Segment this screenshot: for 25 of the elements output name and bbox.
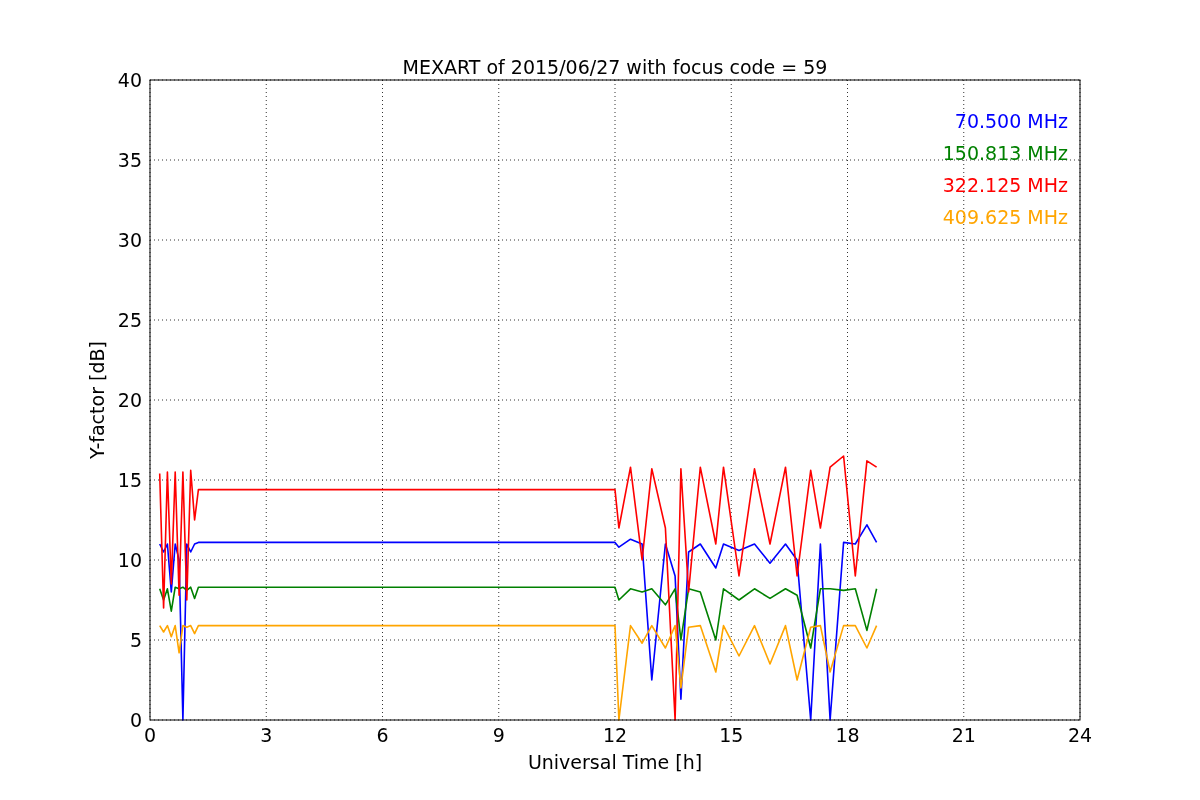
legend-label: 70.500 MHz — [954, 110, 1068, 132]
chart-title: MEXART of 2015/06/27 with focus code = 59 — [402, 56, 828, 78]
x-tick-label: 24 — [1067, 724, 1093, 746]
x-tick-label: 21 — [951, 724, 976, 746]
x-tick-label: 3 — [260, 724, 273, 746]
y-tick-label: 40 — [117, 69, 142, 91]
x-tick-label: 6 — [376, 724, 389, 746]
x-axis-label: Universal Time [h] — [527, 751, 703, 773]
y-tick-label: 5 — [129, 629, 142, 651]
y-tick-label: 35 — [117, 149, 142, 171]
y-tick-label: 0 — [129, 709, 142, 731]
y-tick-label: 30 — [117, 229, 142, 251]
legend-label: 150.813 MHz — [942, 142, 1068, 164]
y-tick-label: 10 — [117, 549, 142, 571]
legend-label: 409.625 MHz — [942, 206, 1068, 228]
x-tick-label: 9 — [492, 724, 505, 746]
legend-label: 322.125 MHz — [942, 174, 1068, 196]
y-tick-label: 25 — [117, 309, 142, 331]
y-tick-label: 15 — [117, 469, 142, 491]
x-tick-label: 0 — [143, 724, 157, 746]
y-axis-label: Y-factor [dB] — [86, 341, 108, 459]
x-tick-label: 15 — [719, 724, 744, 746]
x-tick-label: 12 — [602, 724, 628, 746]
x-tick-label: 18 — [835, 724, 860, 746]
y-tick-label: 20 — [117, 389, 142, 411]
